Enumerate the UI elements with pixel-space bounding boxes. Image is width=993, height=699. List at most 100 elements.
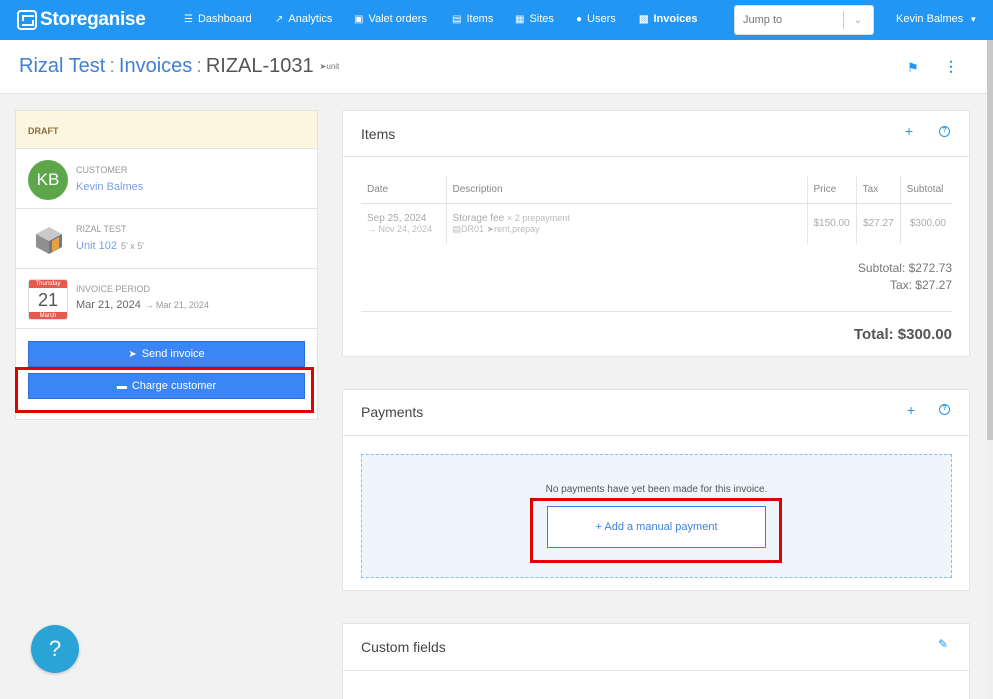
- arrow-right-icon: →: [144, 300, 154, 310]
- unit-link[interactable]: Unit 102 5' x 5': [76, 240, 144, 252]
- item-description-line: Storage fee × 2 prepayment: [453, 213, 801, 224]
- tag-icon: ➤: [486, 223, 495, 234]
- sitemap-icon: ☰: [184, 13, 193, 25]
- nav-invoices[interactable]: ▧ Invoices: [639, 13, 697, 25]
- scrollbar-thumb[interactable]: [987, 40, 993, 440]
- period-start: Mar 21, 2024: [76, 299, 141, 311]
- custom-fields-card: Custom fields ✎: [342, 623, 970, 699]
- item-price: $150.00: [806, 203, 857, 244]
- jump-to-input[interactable]: [735, 14, 843, 26]
- nav-dashboard[interactable]: ☰ Dashboard: [184, 13, 252, 25]
- nav-valet-orders-label: Valet orders: [368, 13, 427, 25]
- jump-to-select[interactable]: ⌄: [734, 5, 874, 35]
- item-quantity: × 2 prepayment: [507, 212, 570, 223]
- archive-icon: ▤: [452, 13, 462, 25]
- nav-sites[interactable]: ▦ Sites: [515, 13, 554, 25]
- nav-sites-label: Sites: [529, 13, 554, 25]
- status-badge: DRAFT: [16, 111, 317, 149]
- col-price: Price: [806, 176, 857, 204]
- col-subtotal: Subtotal: [899, 176, 952, 204]
- totals-divider: [361, 311, 952, 312]
- breadcrumb: Rizal Test: Invoices: RIZAL-1031 ➤unit: [19, 55, 339, 78]
- nav-users-label: Users: [587, 13, 616, 25]
- help-chat-button[interactable]: ?: [31, 625, 79, 673]
- page-header: Rizal Test: Invoices: RIZAL-1031 ➤unit: [0, 40, 993, 94]
- items-card-title: Items: [361, 126, 396, 142]
- caret-down-icon: ▼: [969, 15, 978, 24]
- table-row[interactable]: Sep 25, 2024 → Nov 24, 2024 Storage fee …: [361, 203, 952, 244]
- nav-invoices-label: Invoices: [653, 13, 698, 25]
- col-description: Description: [445, 176, 807, 204]
- item-date-end: Nov 24, 2024: [378, 224, 433, 235]
- table-header-row: Date Description Price Tax Subtotal: [361, 176, 952, 204]
- logo-icon: [17, 10, 37, 30]
- unit-size: 5' x 5': [120, 241, 144, 251]
- truck-icon: ▣: [354, 13, 364, 25]
- payments-card-title: Payments: [361, 404, 424, 420]
- brand-logo[interactable]: Storeganise: [17, 9, 146, 31]
- subtotal-line: Subtotal: $272.73: [857, 261, 952, 275]
- breadcrumb-invoices[interactable]: Invoices: [119, 55, 192, 77]
- calendar-icon: Thursday 21 March: [28, 279, 68, 320]
- nav-items[interactable]: ▤ Items: [452, 13, 493, 25]
- highlight-box-charge: [15, 367, 314, 413]
- calendar-day: 21: [37, 290, 59, 310]
- add-payment-icon[interactable]: +: [907, 402, 915, 418]
- item-subtotal: $300.00: [899, 203, 952, 244]
- avatar: KB: [28, 160, 68, 200]
- period-row: Thursday 21 March INVOICE PERIOD Mar 21,…: [16, 269, 317, 329]
- unit-row: RIZAL TEST Unit 102 5' x 5': [16, 209, 317, 269]
- send-invoice-label: Send invoice: [141, 348, 205, 360]
- breadcrumb-site[interactable]: Rizal Test: [19, 55, 105, 77]
- top-navbar: Storeganise ☰ Dashboard ↗ Analytics ▣ Va…: [0, 0, 993, 40]
- item-date: Sep 25, 2024: [367, 213, 427, 225]
- site-label: RIZAL TEST: [76, 224, 127, 234]
- highlight-box-payment: [530, 498, 782, 563]
- item-description: Storage fee: [452, 212, 505, 224]
- grand-total: Total: $300.00: [853, 326, 952, 343]
- tags-icon[interactable]: ⚑: [907, 60, 919, 76]
- customer-label: CUSTOMER: [76, 165, 128, 175]
- customer-row: KB CUSTOMER Kevin Balmes: [16, 149, 317, 209]
- edit-icon[interactable]: ✎: [938, 637, 948, 651]
- items-card-divider: [343, 156, 969, 157]
- help-icon[interactable]: ?: [939, 404, 950, 415]
- col-tax: Tax: [855, 176, 901, 204]
- unit-tag-label: unit: [326, 62, 340, 72]
- col-date: Date: [361, 176, 446, 204]
- period-label: INVOICE PERIOD: [76, 284, 151, 294]
- paper-plane-icon: ➤: [128, 348, 137, 360]
- items-table: Date Description Price Tax Subtotal Sep …: [361, 176, 952, 244]
- user-name: Kevin Balmes: [896, 13, 964, 25]
- unit-name: Unit 102: [76, 240, 117, 252]
- tax-line: Tax: $27.27: [889, 278, 952, 292]
- item-tags: rent,prepay: [494, 223, 540, 234]
- nav-valet-orders[interactable]: ▣ Valet orders: [354, 13, 427, 25]
- add-item-icon[interactable]: +: [905, 123, 913, 139]
- calendar-weekday: Thursday: [29, 280, 67, 288]
- user-icon: ●: [576, 13, 583, 25]
- nav-analytics[interactable]: ↗ Analytics: [275, 13, 332, 25]
- item-tax: $27.27: [855, 203, 901, 244]
- nav-analytics-label: Analytics: [288, 13, 333, 25]
- send-invoice-button[interactable]: ➤ Send invoice: [28, 341, 305, 367]
- storage-unit-icon: [36, 227, 62, 254]
- custom-fields-title: Custom fields: [361, 639, 446, 655]
- no-payments-message: No payments have yet been made for this …: [545, 484, 768, 495]
- invoice-icon: ▧: [639, 13, 649, 25]
- help-icon[interactable]: ?: [939, 126, 950, 137]
- nav-items-label: Items: [466, 13, 494, 25]
- chevron-down-icon[interactable]: ⌄: [844, 15, 872, 26]
- item-meta: ▤DR01 ➤rent,prepay: [453, 224, 801, 235]
- user-menu[interactable]: Kevin Balmes ▼: [896, 13, 977, 25]
- arrow-right-icon: →: [367, 224, 379, 235]
- period-end: Mar 21, 2024: [155, 300, 209, 310]
- more-vertical-icon[interactable]: ⋮: [944, 58, 958, 75]
- customer-name-link[interactable]: Kevin Balmes: [76, 181, 143, 193]
- item-unit-code: DR01: [461, 223, 485, 234]
- scrollbar[interactable]: [987, 40, 993, 699]
- building-icon: ▦: [515, 13, 525, 25]
- nav-users[interactable]: ● Users: [576, 13, 616, 25]
- brand-name: Storeganise: [40, 9, 146, 30]
- item-date-end-line: → Nov 24, 2024: [367, 224, 440, 234]
